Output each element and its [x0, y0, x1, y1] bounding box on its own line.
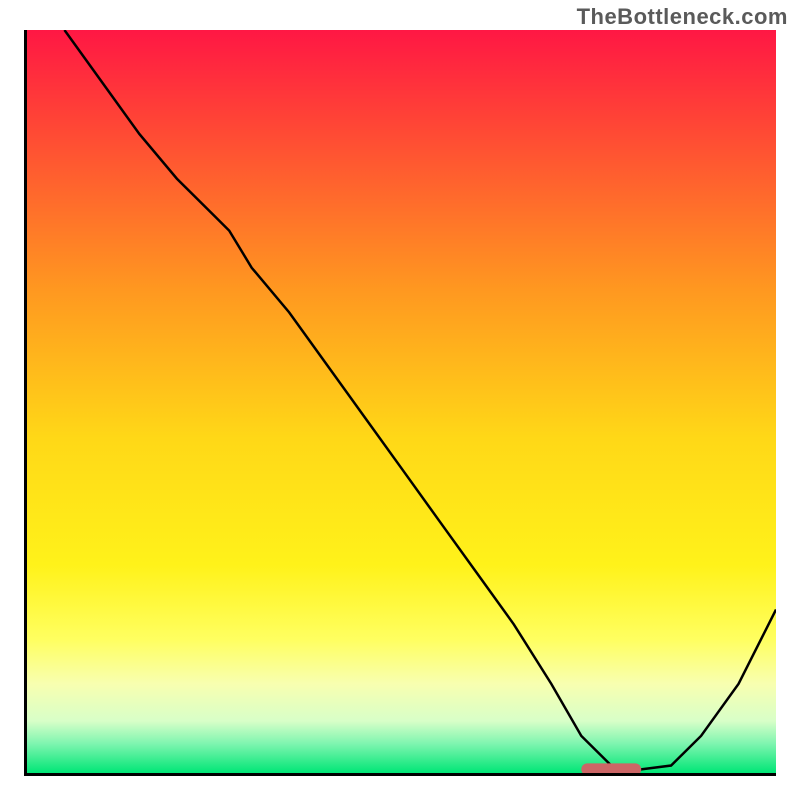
gradient-background — [27, 30, 776, 773]
chart-svg — [27, 30, 776, 773]
plot-area — [24, 30, 776, 776]
chart-container: TheBottleneck.com — [0, 0, 800, 800]
optimal-marker — [581, 763, 641, 773]
watermark-text: TheBottleneck.com — [577, 4, 788, 30]
